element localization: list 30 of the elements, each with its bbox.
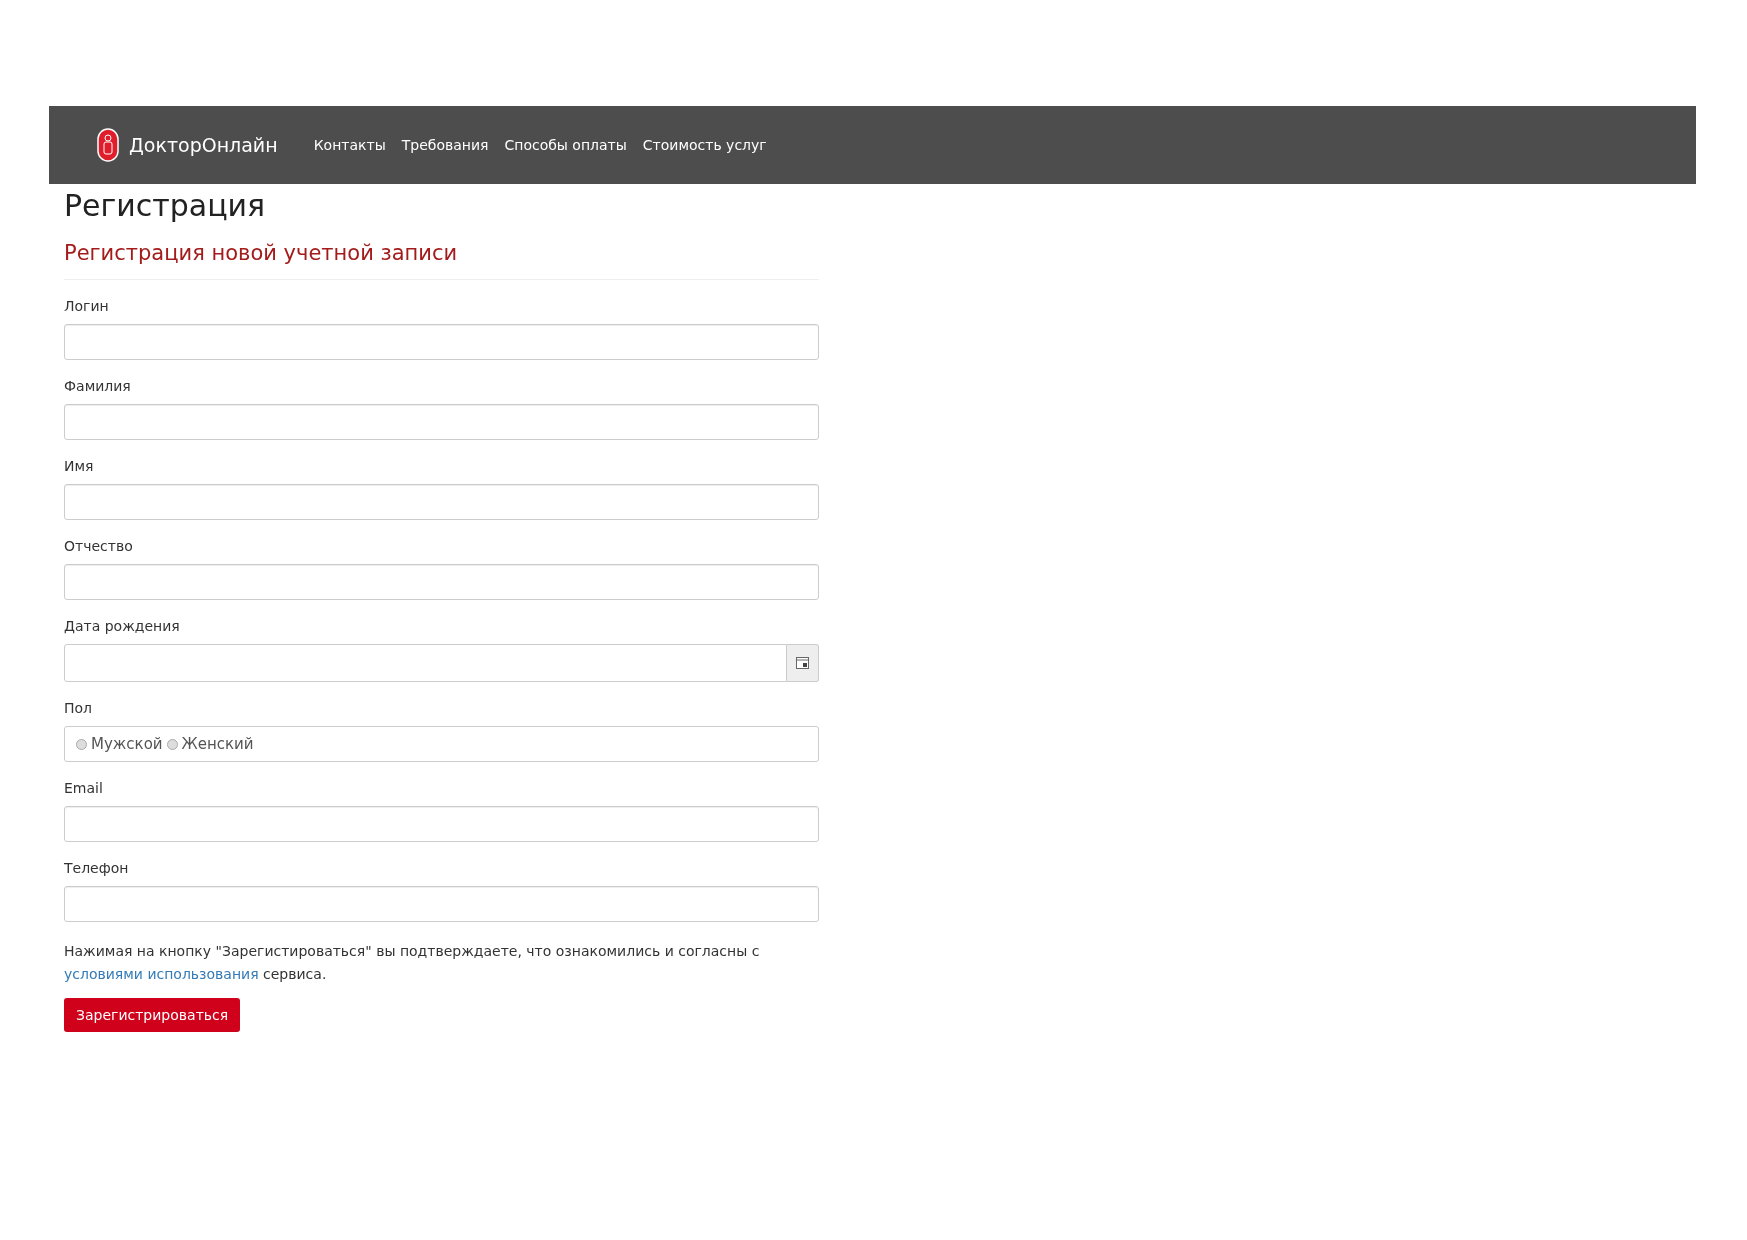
field-label: Пол (64, 700, 94, 716)
text-field[interactable] (64, 886, 819, 922)
field-label: Отчество (64, 538, 134, 554)
field-label: Дата рождения (64, 618, 181, 634)
field-label: Имя (64, 458, 95, 474)
nav-link[interactable]: Контакты (313, 137, 386, 153)
field-label: Фамилия (64, 378, 132, 394)
calendar-button[interactable] (787, 644, 819, 682)
radio-option[interactable]: Мужской (76, 735, 163, 753)
text-field[interactable] (64, 484, 819, 520)
page-title: Регистрация (64, 188, 267, 223)
nav-link[interactable]: Стоимость услуг (642, 137, 767, 153)
text-field[interactable] (64, 324, 819, 360)
text-field[interactable] (64, 404, 819, 440)
field-label: Email (64, 780, 104, 796)
calendar-icon (796, 657, 809, 669)
field-label: Логин (64, 298, 110, 314)
nav-link[interactable]: Способы оплаты (504, 137, 627, 153)
terms-notice: Нажимая на кнопку "Зарегистироваться" вы подтверждаете, что ознакомились и согласны с условиями использования сервиса. (64, 942, 761, 984)
form-title: Регистрация новой учетной записи (64, 241, 459, 265)
brand-name[interactable]: ДокторОнлайн (129, 134, 278, 156)
date-field[interactable] (64, 644, 787, 682)
text-field[interactable] (64, 564, 819, 600)
terms-link[interactable]: условиями использования (64, 966, 259, 982)
register-button[interactable]: Зарегистрироваться (64, 998, 241, 1032)
radio-option[interactable]: Женский (166, 735, 254, 753)
nav-link[interactable]: Требования (401, 137, 489, 153)
field-label: Телефон (64, 860, 130, 876)
logo-icon (97, 128, 119, 162)
text-field[interactable] (64, 806, 819, 842)
